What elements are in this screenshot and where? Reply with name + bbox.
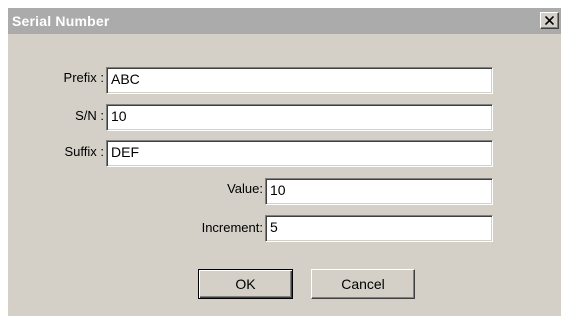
window-title: Serial Number xyxy=(12,13,110,29)
close-button[interactable] xyxy=(540,12,559,29)
sn-input[interactable]: 10 xyxy=(106,104,493,131)
prefix-label: Prefix : xyxy=(63,70,104,85)
increment-input[interactable]: 5 xyxy=(265,215,493,242)
cancel-button[interactable]: Cancel xyxy=(311,269,415,299)
value-input[interactable]: 10 xyxy=(265,178,493,205)
ok-button[interactable]: OK xyxy=(198,269,293,299)
suffix-input[interactable]: DEF xyxy=(106,140,493,167)
suffix-label: Suffix : xyxy=(64,144,104,159)
close-icon xyxy=(545,16,554,25)
title-bar: Serial Number xyxy=(8,8,561,34)
serial-number-dialog: Serial Number Prefix : ABC S/N : 10 Suff… xyxy=(7,7,561,316)
value-label: Value: xyxy=(227,181,263,196)
increment-label: Increment: xyxy=(201,220,263,235)
prefix-input[interactable]: ABC xyxy=(106,67,493,94)
sn-label: S/N : xyxy=(75,108,104,123)
